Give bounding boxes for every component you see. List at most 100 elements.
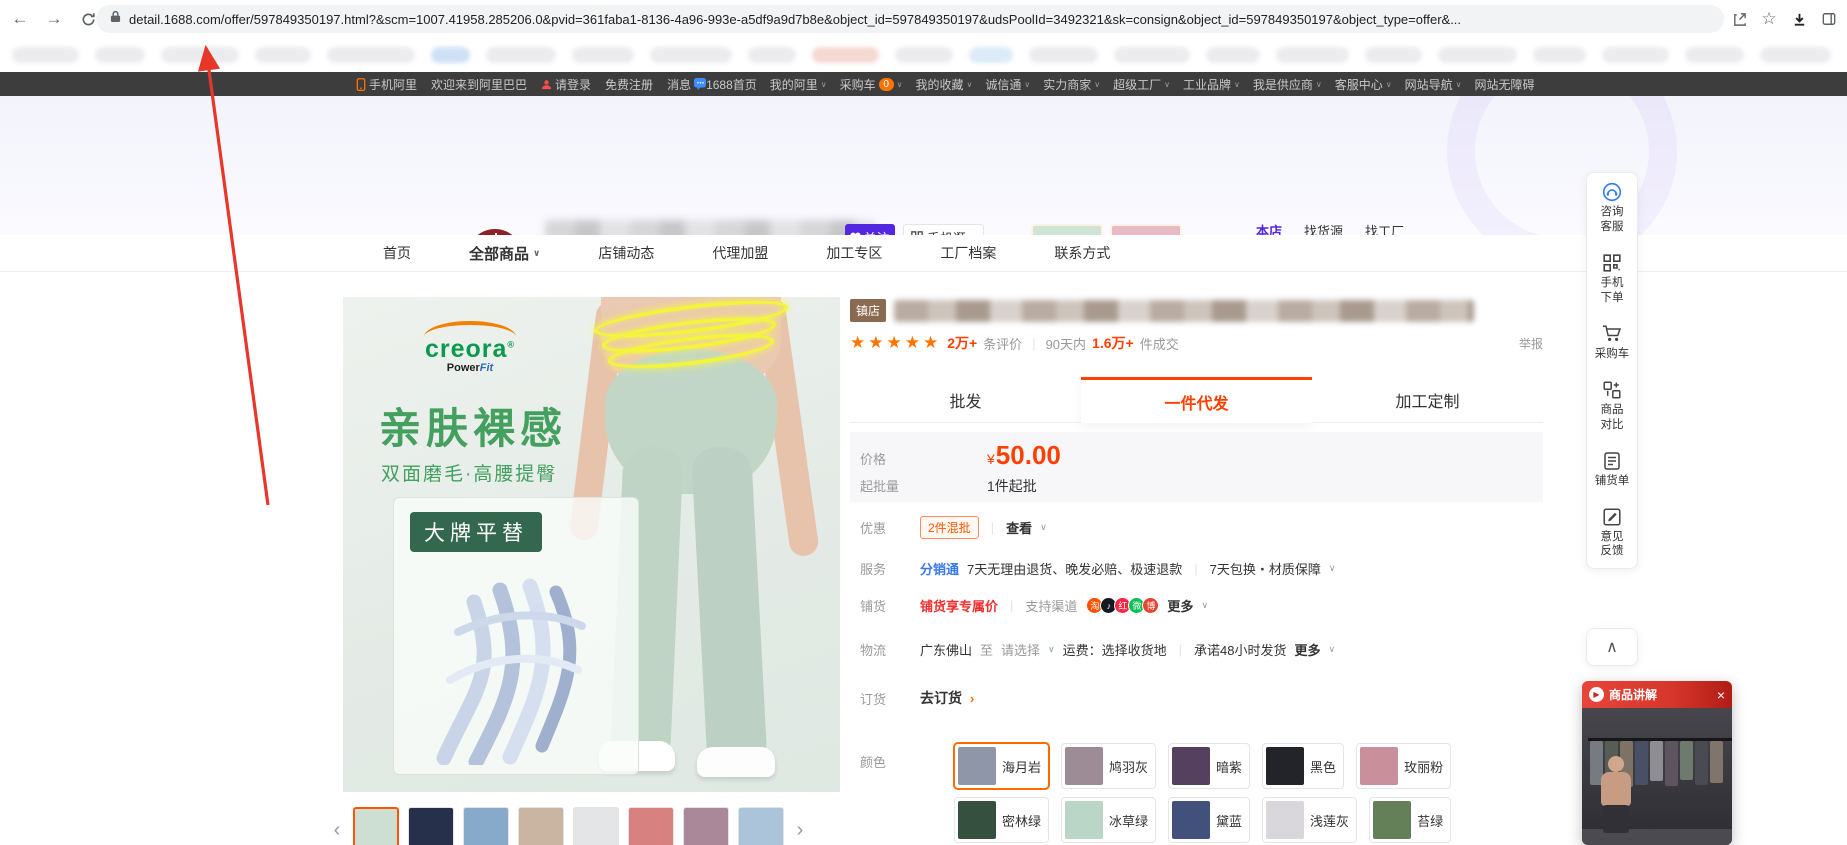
color-option[interactable]: 黛蓝 <box>1168 797 1250 843</box>
gallery-thumbnail[interactable] <box>738 807 784 845</box>
color-option[interactable]: 海月岩 <box>954 743 1049 789</box>
bookmark-star-icon[interactable]: ☆ <box>1755 5 1783 33</box>
gallery-thumbnail[interactable] <box>518 807 564 845</box>
url-bar[interactable]: detail.1688.com/offer/597849350197.html?… <box>96 5 1724 33</box>
purchase-mode-tab[interactable]: 一件代发 <box>1081 377 1312 423</box>
color-name: 黛蓝 <box>1216 811 1246 830</box>
product-video-popup[interactable]: ▶ 商品讲解 × <box>1582 681 1732 845</box>
mobile-shop-button[interactable]: 手机逛∨ <box>903 224 984 235</box>
forward-icon[interactable]: → <box>40 5 68 33</box>
product-main-image[interactable]: creora® PowerFit 亲肤裸感 双面磨毛·高腰提臀 大牌平替 <box>343 297 840 792</box>
search-scope-tab[interactable]: 找工厂 <box>1365 221 1404 235</box>
color-option[interactable]: 密林绿 <box>954 797 1049 843</box>
chevron-right-icon[interactable]: › <box>970 691 974 706</box>
color-option[interactable]: 冰草绿 <box>1061 797 1156 843</box>
color-option[interactable]: 鸠羽灰 <box>1061 743 1156 789</box>
toolbar-tool[interactable]: 商品 对比 <box>1587 371 1637 442</box>
logistics-fee[interactable]: 运费：选择收货地 <box>1063 640 1167 659</box>
review-count[interactable]: 2万+ <box>947 333 977 353</box>
color-name: 冰草绿 <box>1109 811 1152 830</box>
topbar-link[interactable]: 网站导航∨ <box>1405 76 1462 93</box>
top-product-card[interactable]: TOP1销量 <box>1031 224 1103 235</box>
distribute-deal-link[interactable]: 铺货享专属价 <box>920 596 998 615</box>
topbar-link[interactable]: 我是供应商∨ <box>1253 76 1322 93</box>
logistics-destination-select[interactable]: 请选择 <box>1001 640 1040 659</box>
purchase-mode-tab[interactable]: 加工定制 <box>1312 377 1543 423</box>
report-link[interactable]: 举报 <box>1519 335 1543 352</box>
topbar-link[interactable]: 免费注册 <box>605 76 653 93</box>
promo-badge[interactable]: 2件混批 <box>920 516 979 539</box>
color-option[interactable]: 玫丽粉 <box>1356 743 1451 789</box>
topbar-link[interactable]: 诚信通∨ <box>985 76 1030 93</box>
go-order-link[interactable]: 去订货 <box>920 688 962 708</box>
chevron-down-icon: ∨ <box>1024 80 1030 89</box>
store-nav-item[interactable]: 店铺动态 <box>598 243 654 263</box>
close-icon[interactable]: × <box>1717 688 1725 702</box>
topbar-link[interactable]: 手机阿里 <box>356 76 417 93</box>
topbar-link[interactable]: 实力商家∨ <box>1043 76 1100 93</box>
toolbar-tool[interactable]: 手机 下单 <box>1587 244 1637 315</box>
back-icon[interactable]: ← <box>6 5 34 33</box>
compare-icon <box>1603 380 1621 400</box>
color-swatch-image <box>1065 801 1103 839</box>
site-logo-1688[interactable]: 1688 <box>343 226 453 235</box>
topbar-link[interactable]: 欢迎来到阿里巴巴 <box>431 76 527 93</box>
topbar-link[interactable]: 超级工厂∨ <box>1113 76 1170 93</box>
color-option[interactable]: 浅莲灰 <box>1262 797 1357 843</box>
gallery-thumbnail[interactable] <box>683 807 729 845</box>
topbar-link[interactable]: 采购车0∨ <box>840 76 903 93</box>
color-name: 鸠羽灰 <box>1109 757 1152 776</box>
store-nav-item[interactable]: 全部商品∨ <box>469 243 540 264</box>
topbar-link[interactable]: 工业品牌∨ <box>1183 76 1240 93</box>
gallery-thumbnail[interactable] <box>573 807 619 845</box>
gallery-thumbnail[interactable] <box>463 807 509 845</box>
toolbar-tool[interactable]: 咨询 客服 <box>1587 173 1637 244</box>
product-title-blurred <box>894 300 1474 322</box>
topbar-link[interactable]: 客服中心∨ <box>1335 76 1392 93</box>
follow-button[interactable]: 关注 <box>845 224 895 235</box>
side-panel-icon[interactable] <box>1815 5 1843 33</box>
share-icon[interactable] <box>1725 5 1753 33</box>
topbar-link[interactable]: 我的收藏∨ <box>916 76 973 93</box>
top-sales-products: TOP1销量 TOP2销量 <box>1031 224 1182 235</box>
gallery-thumbnail[interactable] <box>628 807 674 845</box>
purchase-mode-tab[interactable]: 批发 <box>850 377 1081 423</box>
gallery-thumbnail[interactable] <box>353 807 399 845</box>
product-thumbnail <box>1112 226 1180 235</box>
thumbs-next-icon[interactable]: › <box>793 819 807 842</box>
color-option[interactable]: 苔绿 <box>1369 797 1451 843</box>
gallery-thumbnail[interactable] <box>408 807 454 845</box>
store-header: 1688 m 评价 穿的很舒服55质量很好25品质稳定7摸着真舒服6 关注 手机… <box>0 96 1847 235</box>
topbar-link[interactable]: 1688首页 <box>706 76 757 93</box>
top-product-card[interactable]: TOP2销量 <box>1110 224 1182 235</box>
weibo-icon[interactable]: 博 <box>1142 597 1159 614</box>
toolbar-tool[interactable]: 铺货单 <box>1587 442 1637 498</box>
purchase-mode-tabs: 批发一件代发加工定制 <box>850 377 1543 423</box>
search-scope-tab[interactable]: 找货源 <box>1304 221 1343 235</box>
topbar-link[interactable]: 消息 <box>667 76 706 93</box>
promo-view-link[interactable]: 查看 <box>1006 518 1032 537</box>
search-scope-tab[interactable]: 本店 <box>1256 221 1282 235</box>
store-nav-item[interactable]: 工厂档案 <box>940 243 996 263</box>
color-option[interactable]: 暗紫 <box>1168 743 1250 789</box>
toolbar-tool[interactable]: 采购车 <box>1587 315 1637 371</box>
back-to-top-button[interactable]: ∧ <box>1586 628 1638 666</box>
download-icon[interactable] <box>1785 5 1813 33</box>
store-nav-item[interactable]: 代理加盟 <box>712 243 768 263</box>
fenxiaotong-link[interactable]: 分销通 <box>920 559 959 578</box>
logistics-more-link[interactable]: 更多 <box>1295 640 1321 659</box>
distribute-more-link[interactable]: 更多 <box>1167 596 1193 615</box>
thumbs-prev-icon[interactable]: ‹ <box>330 819 344 842</box>
play-icon[interactable]: ▶ <box>1589 687 1604 702</box>
topbar-link[interactable]: 我的阿里∨ <box>770 76 827 93</box>
bookmarks-bar-blurred <box>0 38 1847 72</box>
image-headline: 亲肤裸感 <box>379 395 567 456</box>
topbar-link[interactable]: 网站无障碍 <box>1475 76 1535 93</box>
store-nav-item[interactable]: 首页 <box>383 243 411 263</box>
toolbar-tool[interactable]: 意见 反馈 <box>1587 498 1637 569</box>
color-option[interactable]: 黑色 <box>1262 743 1344 789</box>
store-nav-item[interactable]: 联系方式 <box>1054 243 1110 263</box>
topbar-link[interactable]: 请登录 <box>541 76 591 93</box>
video-preview[interactable] <box>1582 708 1732 845</box>
store-nav-item[interactable]: 加工专区 <box>826 243 882 263</box>
